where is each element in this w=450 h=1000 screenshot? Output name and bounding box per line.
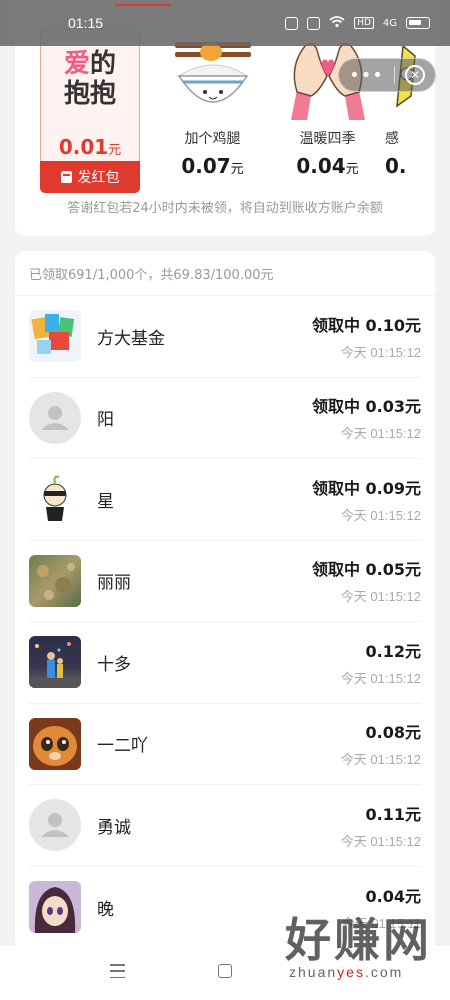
avatar [29, 636, 81, 689]
user-name: 十多 [97, 654, 131, 675]
receive-time: 今天 01:15:12 [340, 507, 421, 523]
default-avatar-icon [29, 391, 81, 444]
list-item[interactable]: 星 领取中 0.09元今天 01:15:12 [29, 459, 421, 541]
amount: 领取中 0.09元 [311, 478, 421, 498]
gift-thanks[interactable]: 感 0. [385, 28, 435, 193]
receive-time: 今天 01:15:12 [340, 589, 421, 605]
close-icon: ✕ [405, 65, 425, 85]
auto-credit-notice: 答谢红包若24小时内未被领，将自动到账收方账户余额 [67, 201, 383, 216]
amount: 0.12元 [365, 641, 421, 661]
receive-time: 今天 01:15:12 [340, 426, 421, 442]
hug-lettering: 爱的 抱抱 [63, 49, 117, 109]
user-name: 勇诚 [97, 817, 131, 838]
receive-time: 今天 01:15:12 [340, 833, 421, 849]
user-name: 阳 [97, 410, 114, 431]
status-icons: HD 4G [285, 15, 430, 31]
more-button[interactable]: ••• [339, 65, 394, 86]
gift-price: 0.04元 [296, 154, 359, 178]
avatar [29, 717, 81, 770]
gift-name: 感 [385, 131, 399, 147]
receive-time: 今天 01:15:12 [340, 344, 421, 360]
avatar [29, 310, 81, 363]
avatar [29, 881, 81, 934]
list-item[interactable]: 阳 领取中 0.03元今天 01:15:12 [29, 378, 421, 459]
default-avatar-icon [29, 799, 81, 852]
amount: 0.08元 [365, 723, 421, 743]
list-item[interactable]: 十多 0.12元今天 01:15:12 [29, 622, 421, 704]
hd-label: HD [354, 17, 374, 29]
receive-time: 今天 01:15:12 [340, 670, 421, 686]
user-name: 一二吖 [97, 736, 148, 757]
gift-price: 0.07元 [181, 154, 244, 178]
gift-price: 0.01元 [58, 135, 122, 159]
list-item[interactable]: 丽丽 领取中 0.05元今天 01:15:12 [29, 541, 421, 622]
amount: 领取中 0.03元 [311, 397, 421, 417]
hug-picture: 爱的 抱抱 [45, 37, 135, 121]
list-item[interactable]: 方大基金 领取中 0.10元今天 01:15:12 [29, 296, 421, 378]
wifi-icon [329, 15, 345, 31]
vpn-icon [307, 16, 321, 30]
gift-warm-seasons[interactable]: 温暖四季 0.04元 [270, 28, 385, 193]
watermark-logo: 好赚网 [285, 913, 432, 967]
avatar [29, 554, 81, 607]
menu-icon[interactable] [110, 964, 125, 978]
amount: 0.11元 [365, 804, 421, 824]
amount: 0.04元 [365, 886, 421, 906]
rice-bowl-picture [168, 36, 258, 120]
miniprogram-capsule: ••• ✕ [338, 58, 436, 92]
user-name: 晚 [97, 899, 114, 920]
status-time: 01:15 [68, 15, 104, 31]
send-red-packet-button[interactable]: 发红包 [40, 161, 140, 193]
user-name: 方大基金 [97, 328, 165, 349]
close-button[interactable]: ✕ [395, 65, 435, 85]
receive-summary: 已领取691/1,000个，共69.83/100.00元 [15, 251, 435, 296]
gift-list: 爱的 抱抱 0.01元 发红包 加个鸡腿 0.07元 温暖四季 0.04元 感 … [40, 28, 435, 193]
avatar [29, 473, 81, 526]
list-item[interactable]: 勇诚 0.11元今天 01:15:12 [29, 785, 421, 867]
gift-name: 加个鸡腿 [184, 131, 241, 147]
battery-icon [406, 17, 430, 29]
gift-name: 温暖四季 [299, 131, 356, 147]
amount: 领取中 0.10元 [311, 315, 421, 335]
signal-label: 4G [382, 17, 397, 29]
gift-drumstick[interactable]: 加个鸡腿 0.07元 [155, 28, 270, 193]
receive-list: 已领取691/1,000个，共69.83/100.00元 方大基金 领取中 0.… [15, 251, 435, 951]
user-name: 星 [97, 491, 114, 512]
user-name: 丽丽 [97, 573, 131, 594]
red-packet-icon [60, 171, 72, 183]
gift-price: 0. [385, 154, 407, 178]
status-bar: 01:15 HD 4G [0, 0, 450, 46]
amount: 领取中 0.05元 [311, 560, 421, 580]
home-icon[interactable] [218, 964, 232, 978]
mute-icon [285, 16, 299, 30]
list-item[interactable]: 一二吖 0.08元今天 01:15:12 [29, 704, 421, 785]
gift-hug[interactable]: 爱的 抱抱 0.01元 发红包 [40, 28, 140, 193]
watermark: 好赚网 zhuanyes.com [285, 912, 432, 980]
receive-time: 今天 01:15:12 [340, 752, 421, 768]
active-tab-indicator [115, 4, 171, 6]
